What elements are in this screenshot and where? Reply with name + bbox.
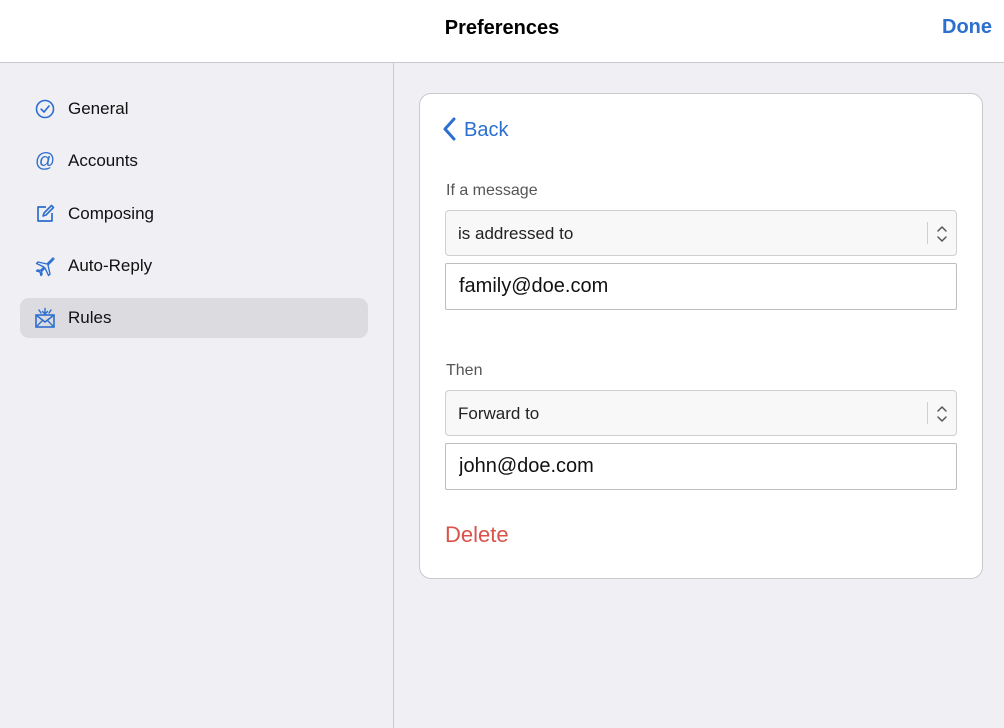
action-value-field[interactable]	[445, 443, 957, 490]
back-label: Back	[464, 119, 509, 141]
page-title: Preferences	[444, 17, 560, 39]
sidebar-item-label: General	[68, 99, 129, 118]
sidebar-item-label: Composing	[68, 204, 154, 223]
select-divider	[927, 402, 928, 424]
airplane-icon	[34, 255, 56, 277]
compose-icon	[34, 203, 56, 225]
main-panel: Back If a message is addressed to Then F…	[395, 63, 1004, 728]
top-bar: Preferences Done	[0, 0, 1004, 63]
at-sign-icon: @	[34, 150, 56, 172]
checkmark-circle-icon	[34, 98, 56, 120]
chevron-left-icon	[440, 116, 460, 142]
sidebar-item-composing[interactable]: Composing	[20, 194, 368, 234]
sidebar-item-accounts[interactable]: @ Accounts	[20, 141, 368, 181]
sidebar-item-rules[interactable]: Rules	[20, 298, 368, 338]
sidebar-item-label: Accounts	[68, 151, 138, 170]
sidebar-item-label: Auto-Reply	[68, 256, 153, 275]
sidebar-item-general[interactable]: General	[20, 89, 368, 129]
condition-value-field[interactable]	[445, 263, 957, 310]
action-label: Then	[446, 362, 483, 379]
select-divider	[927, 222, 928, 244]
sidebar: General @ Accounts Composing Auto-Reply …	[0, 63, 394, 728]
action-select-value: Forward to	[458, 404, 540, 423]
svg-text:@: @	[35, 150, 55, 172]
done-button[interactable]: Done	[942, 16, 992, 39]
action-select[interactable]: Forward to	[445, 390, 957, 436]
envelope-rules-icon	[34, 307, 56, 329]
condition-label: If a message	[446, 182, 538, 199]
condition-select-value: is addressed to	[458, 224, 574, 243]
chevron-up-down-icon	[935, 403, 949, 425]
sidebar-item-auto-reply[interactable]: Auto-Reply	[20, 246, 368, 286]
chevron-up-down-icon	[935, 223, 949, 245]
condition-select[interactable]: is addressed to	[445, 210, 957, 256]
rule-editor-card: Back If a message is addressed to Then F…	[419, 93, 983, 579]
delete-button[interactable]: Delete	[445, 522, 509, 548]
sidebar-item-label: Rules	[68, 308, 112, 327]
